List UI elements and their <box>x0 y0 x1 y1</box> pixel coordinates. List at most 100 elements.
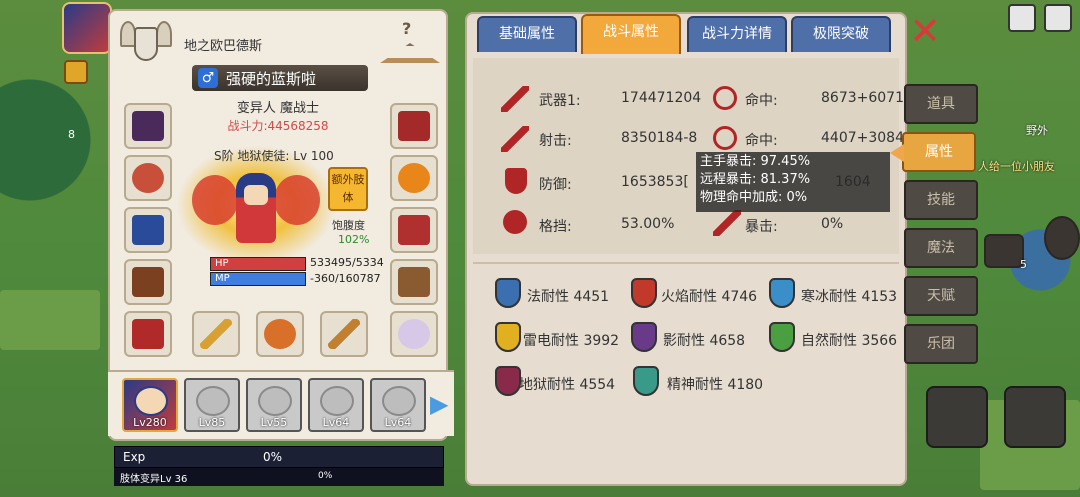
shield-icon <box>505 168 527 194</box>
tooltip-line: 物理命中加成: 0% <box>700 190 808 205</box>
resist-label: 影耐性 4658 <box>663 333 746 349</box>
shadow-resist-icon <box>631 322 657 352</box>
spirit-resist-icon <box>633 366 659 396</box>
shoot-value: 8350184-8 <box>621 130 698 146</box>
player-avatar[interactable] <box>62 2 112 54</box>
hit1-label: 命中: <box>745 93 778 109</box>
party-member[interactable]: Lv55 <box>246 378 302 432</box>
party-member-level: Lv280 <box>133 416 167 429</box>
exit-icon[interactable] <box>1044 4 1072 32</box>
fire-resist-icon <box>631 278 657 308</box>
skill-orb-icon[interactable] <box>1044 216 1080 260</box>
male-gender-icon: ♂ <box>198 68 218 88</box>
nav-items[interactable]: 道具 <box>904 84 978 124</box>
chat-snippet: 人给一位小朋友 <box>978 160 1055 173</box>
network-icon[interactable] <box>1008 4 1036 32</box>
equip-slot-gloves[interactable] <box>124 259 172 305</box>
equip-slot-pet[interactable] <box>390 311 438 357</box>
block-icon <box>503 210 527 234</box>
section-divider <box>473 262 899 264</box>
limb-mutation-label: 肢体变异Lv 36 <box>120 474 188 485</box>
bow-skill-icon[interactable] <box>1004 386 1066 448</box>
equip-slot-armor[interactable] <box>124 207 172 253</box>
party-member[interactable]: Lv85 <box>184 378 240 432</box>
resist-label: 寒冰耐性 4153 <box>801 289 898 305</box>
tab-basic-attributes[interactable]: 基础属性 <box>477 16 577 52</box>
party-next-arrow-icon[interactable]: ▶ <box>430 390 448 418</box>
party-member-level: Lv64 <box>322 416 350 429</box>
nav-magic[interactable]: 魔法 <box>904 228 978 268</box>
mp-label: MP <box>215 273 230 284</box>
exp-value: 0% <box>263 450 283 464</box>
character-name: 强硬的蓝斯啦 <box>226 70 317 88</box>
equip-slot-cape[interactable] <box>390 103 438 149</box>
limb-mutation-bar: 肢体变异Lv 36 0% <box>114 468 444 486</box>
guild-name: 地之欧巴德斯 <box>184 39 263 54</box>
block-value: 53.00% <box>621 216 675 232</box>
block-label: 格挡: <box>539 219 572 235</box>
wardrobe-hanger-icon[interactable]: ? <box>380 19 440 69</box>
hit2-value: 4407+3084 <box>821 130 904 146</box>
close-icon[interactable]: ✕ <box>908 12 942 50</box>
party-member[interactable]: Lv280 <box>122 378 178 432</box>
map-counter: 5 <box>1020 258 1027 271</box>
hit1-value: 8673+6071 <box>821 90 904 106</box>
mp-bar: MP <box>210 272 306 286</box>
sword-skill-icon[interactable] <box>926 386 988 448</box>
equip-slot-staff[interactable] <box>192 311 240 357</box>
grass-tile <box>0 290 100 350</box>
weapon1-value: 174471204 <box>621 90 702 106</box>
target-icon <box>713 86 737 110</box>
tab-limit-break[interactable]: 极限突破 <box>791 16 891 52</box>
resist-label: 地狱耐性 4554 <box>519 377 616 393</box>
nav-talent[interactable]: 天赋 <box>904 276 978 316</box>
party-roster: Lv280 Lv85 Lv55 Lv64 Lv64 <box>108 370 454 436</box>
lightning-resist-icon <box>495 322 521 352</box>
equip-slot-amulet[interactable] <box>124 155 172 201</box>
target-icon <box>713 126 737 150</box>
area-label: 野外 <box>1026 124 1048 137</box>
tooltip-line: 主手暴击: 97.45% <box>700 154 811 169</box>
equip-slot-helmet[interactable] <box>124 103 172 149</box>
equip-slot-belt[interactable] <box>124 311 172 357</box>
crit-value: 0% <box>821 216 844 232</box>
hit2-label: 命中: <box>745 133 778 149</box>
nav-attributes[interactable]: 属性 <box>902 132 976 172</box>
tab-power-details[interactable]: 战斗力详情 <box>687 16 787 52</box>
equip-slot-orb[interactable] <box>256 311 304 357</box>
sword-icon <box>501 86 529 112</box>
gem-icon[interactable] <box>64 60 88 84</box>
limb-mutation-value: 0% <box>318 471 333 481</box>
party-member[interactable]: Lv64 <box>370 378 426 432</box>
map-item-icon[interactable] <box>984 234 1024 268</box>
resist-label: 精神耐性 4180 <box>667 377 764 393</box>
extra-limb-button[interactable]: 额外肢体 <box>328 167 368 211</box>
equip-slot-chest[interactable] <box>390 207 438 253</box>
equip-slot-boots[interactable] <box>390 259 438 305</box>
exp-label: Exp <box>123 450 146 464</box>
satiety-value: 102% <box>338 233 370 246</box>
equip-slot-crossbow[interactable] <box>320 311 368 357</box>
sword-icon <box>501 126 529 152</box>
party-member-level: Lv55 <box>260 416 288 429</box>
gem-count: 8 <box>68 128 75 141</box>
ice-resist-icon <box>769 278 795 308</box>
crit-icon <box>713 210 741 236</box>
hp-bar: HP <box>210 257 306 271</box>
resist-label: 火焰耐性 4746 <box>661 289 758 305</box>
help-mark: ? <box>402 19 412 38</box>
exp-bar: Exp 0% <box>114 446 444 468</box>
nav-skills[interactable]: 技能 <box>904 180 978 220</box>
party-member-level: Lv64 <box>384 416 412 429</box>
nav-band[interactable]: 乐团 <box>904 324 978 364</box>
guild-emblem-icon <box>120 17 172 73</box>
hp-value: 533495/5334 <box>310 256 384 269</box>
mp-value: -360/160787 <box>310 272 381 285</box>
equip-slot-pumpkin[interactable] <box>390 155 438 201</box>
tab-combat-attributes[interactable]: 战斗属性 <box>581 14 681 54</box>
crit-tooltip: 主手暴击: 97.45% 远程暴击: 81.37% 物理命中加成: 0% <box>696 152 890 212</box>
party-member[interactable]: Lv64 <box>308 378 364 432</box>
magic-resist-icon <box>495 278 521 308</box>
hp-label: HP <box>215 258 229 269</box>
rank-level: S阶 地狱使徒: Lv 100 <box>214 149 334 163</box>
